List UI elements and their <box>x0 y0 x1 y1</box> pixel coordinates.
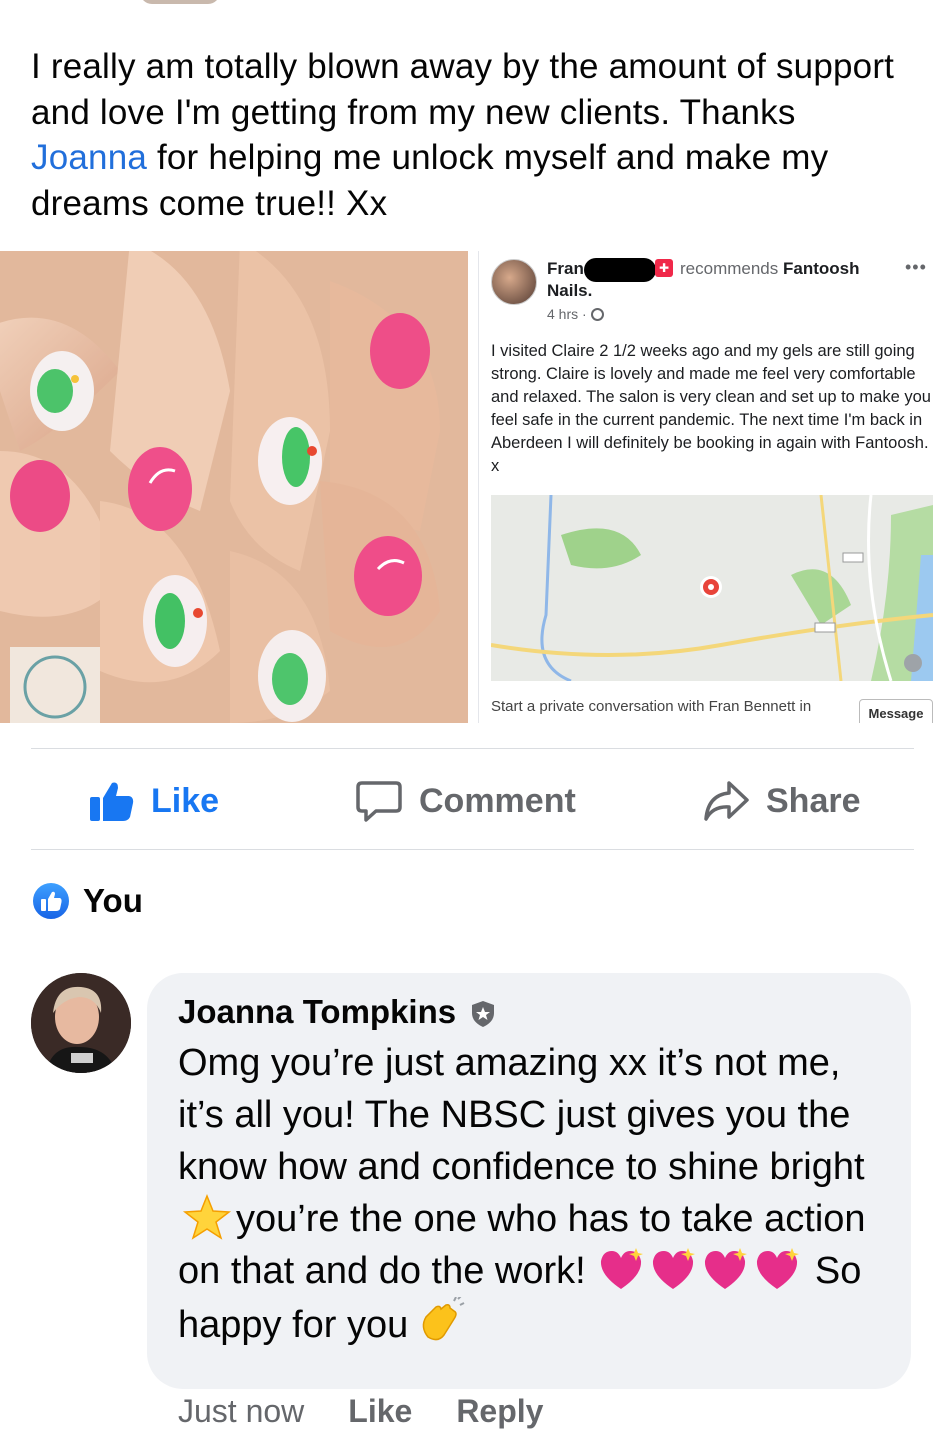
comment-text: Omg you’re just amazing xx it’s not me, … <box>178 1037 878 1351</box>
share-arrow-icon <box>702 777 750 825</box>
share-button[interactable]: Share <box>702 773 861 829</box>
admin-badge-icon <box>470 998 496 1027</box>
like-button[interactable]: Like <box>87 773 219 829</box>
sparkling-heart-icon <box>757 1248 800 1289</box>
post-timestamp: 4 hrs · <box>547 306 604 322</box>
recommendation-card[interactable]: Fran ✚ recommends Fantoosh ••• Nails. 4 … <box>478 251 944 723</box>
comment-button[interactable]: Comment <box>355 773 576 829</box>
nails-photo[interactable] <box>0 251 468 723</box>
commenter-avatar[interactable] <box>31 973 131 1073</box>
more-options-icon[interactable]: ••• <box>905 257 927 278</box>
sparkling-heart-icon <box>705 1248 748 1289</box>
comment-bubble-icon <box>355 777 403 825</box>
message-prompt: Start a private conversation with Fran B… <box>491 698 812 715</box>
business-name[interactable]: Fantoosh <box>783 259 860 278</box>
avatar-photo <box>31 973 131 1073</box>
clapping-hands-icon <box>422 1297 465 1341</box>
comment-text-part: Omg you’re just amazing xx it’s not me, … <box>178 1042 865 1188</box>
recommends-verb: recommends <box>680 259 779 278</box>
comment-author[interactable]: Joanna Tompkins <box>178 993 496 1031</box>
share-label: Share <box>766 781 861 820</box>
reaction-names: You <box>83 882 143 919</box>
post-text-part: for helping me unlock myself and make my… <box>31 138 829 223</box>
author-name[interactable]: Joanna Tompkins <box>178 993 456 1031</box>
thumbs-up-icon <box>87 777 135 825</box>
recommend-icon: ✚ <box>655 259 673 277</box>
post-text-part: I really am totally blown away by the am… <box>31 47 895 132</box>
comment-time[interactable]: Just now <box>178 1393 304 1430</box>
business-name-cont[interactable]: Nails. <box>547 281 592 301</box>
message-button[interactable]: Message <box>859 699 933 723</box>
comment-meta: Just now Like Reply <box>178 1393 543 1430</box>
comment-label: Comment <box>419 781 576 820</box>
post-media[interactable]: Fran ✚ recommends Fantoosh ••• Nails. 4 … <box>0 251 944 723</box>
divider-bottom <box>31 849 914 850</box>
like-reaction-icon <box>31 881 71 921</box>
reviewer-avatar <box>491 259 537 305</box>
glowing-star-icon <box>182 1193 232 1240</box>
comment-reply-button[interactable]: Reply <box>456 1393 543 1430</box>
location-map[interactable] <box>491 495 933 681</box>
redaction-mark <box>584 258 656 282</box>
globe-icon <box>590 308 604 321</box>
previous-avatar-edge <box>140 0 220 4</box>
recommendation-text: I visited Claire 2 1/2 weeks ago and my … <box>491 342 931 475</box>
recommends-text: recommends Fantoosh <box>680 259 860 279</box>
post-text: I really am totally blown away by the am… <box>31 44 911 226</box>
reviewer-name[interactable]: Fran <box>547 259 584 279</box>
mention-link[interactable]: Joanna <box>31 138 147 177</box>
comment-like-button[interactable]: Like <box>348 1393 412 1430</box>
like-label: Like <box>151 781 220 820</box>
sparkling-heart-icon <box>601 1248 644 1289</box>
nails-illustration <box>0 251 468 723</box>
map-graphic <box>491 495 933 681</box>
reaction-summary[interactable]: You <box>31 880 143 922</box>
sparkling-heart-icon <box>653 1248 696 1289</box>
timestamp-text: 4 hrs · <box>547 306 587 322</box>
divider-top <box>31 748 914 749</box>
comment-bubble: Joanna Tompkins Omg you’re just amazing … <box>147 973 911 1389</box>
